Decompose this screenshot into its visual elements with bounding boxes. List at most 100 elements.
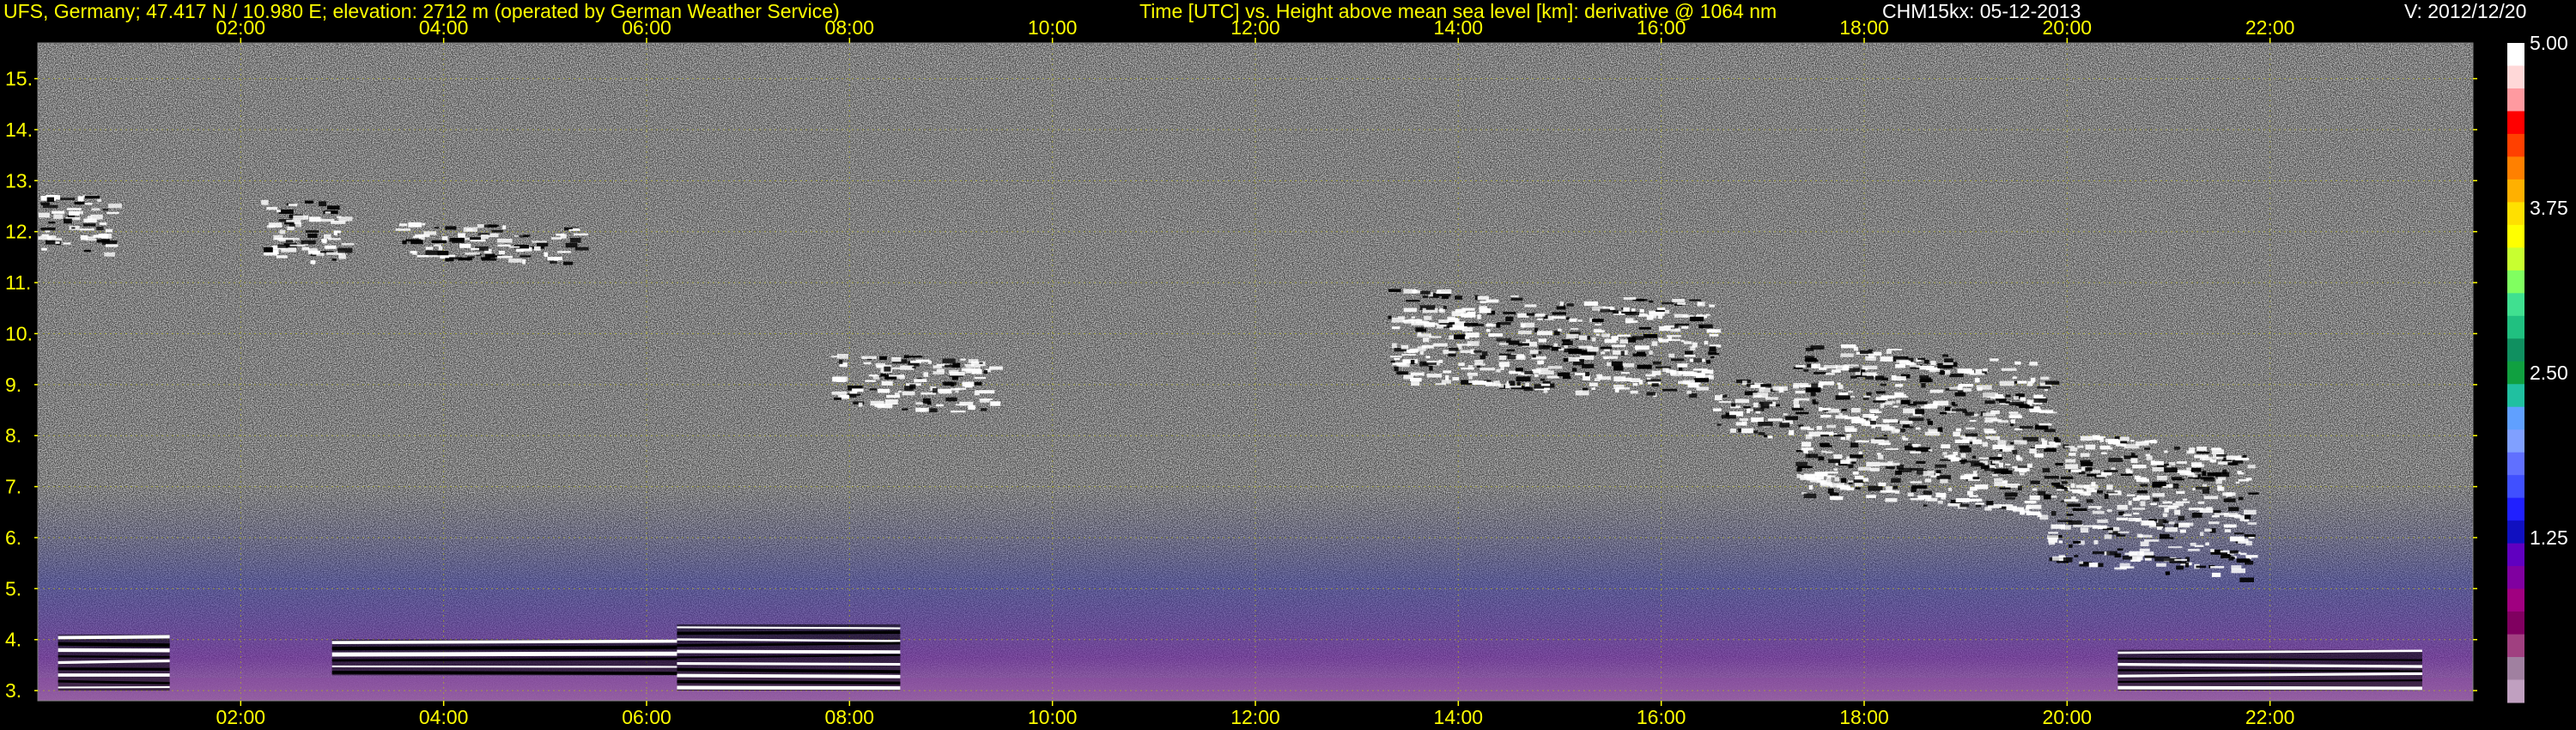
cloud-streak <box>519 255 532 258</box>
cloud-streak <box>273 234 283 240</box>
cloud-streak <box>2172 502 2184 507</box>
cloud-streak <box>1634 345 1649 350</box>
cloud-streak <box>2150 460 2155 463</box>
colorbar-labels: 5.00 3.75 2.50 1.25 <box>2530 32 2568 549</box>
cloud-streak <box>1447 316 1455 319</box>
cloud-streak <box>2085 444 2096 450</box>
cloud-streak <box>1643 334 1658 338</box>
cloud-streak <box>1982 441 1989 447</box>
cloud-streak <box>1783 413 1788 416</box>
cloud-streak <box>547 257 562 261</box>
cloud-streak <box>1778 387 1784 393</box>
cloud-streak <box>1805 359 1819 362</box>
cloud-streak <box>1801 426 1811 430</box>
cloud-streak <box>1496 368 1501 373</box>
x-tick-label-bottom: 06:00 <box>622 706 671 728</box>
cloud-streak <box>1957 385 1963 391</box>
cloud-streak <box>1826 451 1833 453</box>
cloud-streak <box>497 244 511 247</box>
cloud-streak <box>279 229 286 234</box>
cloud-streak <box>1467 372 1478 376</box>
cloud-streak <box>1425 307 1435 310</box>
y-tick-label: 9. <box>5 374 21 396</box>
cloud-streak <box>2245 478 2252 481</box>
colorbar-swatch <box>2507 270 2524 294</box>
cloud-streak <box>2012 449 2018 454</box>
cloud-streak <box>2044 447 2057 453</box>
cloud-streak <box>1410 360 1415 365</box>
cloud-streak <box>1820 435 1829 437</box>
cloud-streak <box>1870 439 1885 444</box>
y-tick-label: 4. <box>5 629 21 651</box>
cloud-streak <box>1908 443 1912 447</box>
cloud-streak <box>936 368 945 373</box>
cloud-streak <box>60 198 76 201</box>
cloud-streak <box>2067 503 2081 508</box>
cloud-streak <box>852 388 864 392</box>
colorbar-swatch <box>2507 43 2524 66</box>
cloud-streak <box>868 374 878 377</box>
cloud-streak <box>2191 512 2202 518</box>
cloud-streak <box>1827 488 1834 494</box>
cloud-streak <box>2138 534 2153 538</box>
cloud-streak <box>1461 307 1475 311</box>
cloud-streak <box>2126 494 2136 496</box>
cloud-streak <box>891 357 902 362</box>
cloud-streak <box>1953 431 1960 437</box>
cloud-streak <box>1722 394 1728 398</box>
x-tick-label-top: 18:00 <box>1839 16 1889 39</box>
cloud-streak <box>1805 434 1813 440</box>
cloud-streak <box>1388 289 1401 292</box>
cloud-streak <box>2054 442 2058 447</box>
cloud-streak <box>2177 461 2187 465</box>
cloud-streak <box>1996 398 2005 401</box>
cloud-streak <box>2040 438 2045 441</box>
cloud-streak <box>2129 440 2135 442</box>
cloud-streak <box>1880 395 1896 399</box>
cloud-streak <box>1995 394 2004 398</box>
cloud-streak <box>1729 429 1737 433</box>
cloud-streak <box>2060 476 2074 479</box>
cloud-streak <box>1923 471 1935 477</box>
cloud-streak <box>48 221 56 224</box>
cloud-streak <box>2162 513 2168 517</box>
cloud-streak <box>325 245 337 249</box>
cloud-streak <box>1885 498 1898 502</box>
cloud-streak <box>1972 477 1979 480</box>
cloud-streak <box>1789 429 1795 435</box>
cloud-streak <box>1421 344 1434 349</box>
cloud-streak <box>965 366 981 368</box>
cloud-streak <box>2092 525 2107 529</box>
cloud-streak <box>1848 368 1861 373</box>
cloud-streak <box>1862 372 1877 376</box>
cloud-streak <box>1510 295 1519 298</box>
cloud-streak <box>2105 438 2119 443</box>
cloud-streak <box>1402 359 1419 363</box>
cloud-streak <box>1510 297 1523 301</box>
cloud-streak <box>1896 359 1909 363</box>
cloud-streak <box>2064 446 2075 448</box>
cloud-streak <box>1791 407 1804 411</box>
cloud-streak <box>988 366 1003 370</box>
cloud-streak <box>308 216 321 222</box>
cloud-streak <box>1579 359 1585 362</box>
cloud-streak <box>1820 415 1832 418</box>
cloud-streak <box>1747 408 1751 414</box>
colorbar-swatch <box>2507 634 2524 658</box>
cloud-streak <box>1964 460 1979 463</box>
cloud-streak <box>1753 430 1759 434</box>
cloud-streak <box>1894 490 1900 494</box>
cloud-streak <box>2070 469 2081 472</box>
cloud-streak <box>2034 406 2040 411</box>
cloud-streak <box>1564 348 1579 353</box>
cloud-streak <box>465 252 480 255</box>
boundary-layer-feature <box>2117 649 2422 691</box>
cloud-streak <box>338 254 346 259</box>
cloud-streak <box>863 362 872 365</box>
cloud-streak <box>1863 395 1871 398</box>
cloud-streak <box>1595 333 1600 337</box>
cloud-streak <box>1753 402 1759 408</box>
cloud-streak <box>569 237 581 243</box>
cloud-streak <box>1529 350 1539 355</box>
cloud-streak <box>1473 363 1485 366</box>
